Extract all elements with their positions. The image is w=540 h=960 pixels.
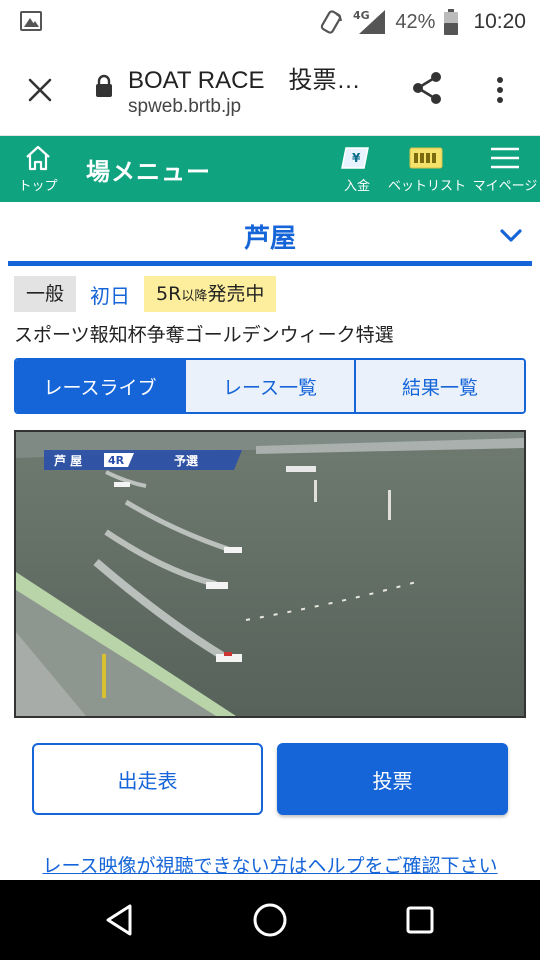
tab-results-list[interactable]: 結果一覧 bbox=[354, 360, 524, 412]
venue-menu-header: トップ 場メニュー ¥ 入金 ベットリスト マイページ bbox=[0, 136, 540, 202]
sale-status-badge: 5R以降発売中 bbox=[144, 276, 277, 312]
deposit-label: 入金 bbox=[343, 179, 370, 194]
network-label: 4G bbox=[353, 9, 370, 22]
top-button[interactable]: トップ bbox=[10, 140, 66, 198]
more-vert-icon bbox=[497, 77, 503, 103]
home-nav-icon[interactable] bbox=[250, 900, 290, 940]
share-icon bbox=[413, 72, 441, 104]
menu-title: 場メニュー bbox=[86, 158, 211, 186]
home-icon bbox=[26, 145, 50, 171]
race-series-name: スポーツ報知杯争奪ゴールデンウィーク特選 bbox=[14, 324, 394, 346]
recents-icon[interactable] bbox=[400, 900, 440, 940]
hamburger-menu-icon bbox=[491, 147, 519, 169]
hotspot-icon bbox=[321, 10, 343, 34]
overlay-race-number: 4R bbox=[108, 454, 125, 467]
entries-button[interactable]: 出走表 bbox=[32, 743, 263, 815]
overlay-race-type: 予選 bbox=[174, 454, 198, 468]
video-help-link[interactable]: レース映像が視聴できない方はヘルプをご確認下さい bbox=[0, 851, 540, 877]
system-navigation-bar bbox=[0, 880, 540, 960]
status-bar: 4G 42% 10:20 bbox=[0, 0, 540, 44]
battery-percent: 42% bbox=[395, 10, 436, 33]
close-tab-button[interactable] bbox=[22, 72, 58, 108]
tab-race-live[interactable]: レースライブ bbox=[16, 360, 184, 412]
status-icons: 4G 42% 10:20 bbox=[317, 6, 526, 38]
sale-race: 5R bbox=[156, 283, 182, 305]
clock: 10:20 bbox=[473, 10, 526, 33]
deposit-button[interactable]: ¥ 入金 bbox=[336, 140, 378, 198]
bet-list-icon bbox=[409, 147, 443, 169]
share-button[interactable] bbox=[408, 68, 448, 108]
chevron-down-icon bbox=[500, 229, 522, 242]
signal-icon: 4G bbox=[353, 9, 386, 34]
bet-list-button[interactable]: ベットリスト bbox=[388, 140, 467, 198]
svg-text:¥: ¥ bbox=[352, 151, 361, 165]
browser-toolbar: BOAT RACE 投票… spweb.brtb.jp bbox=[0, 44, 540, 136]
back-icon[interactable] bbox=[100, 900, 140, 940]
gallery-icon bbox=[20, 11, 42, 31]
race-video-frame: 芦 屋 4R 予選 bbox=[16, 432, 524, 716]
deposit-icon: ¥ bbox=[341, 147, 369, 169]
vote-button[interactable]: 投票 bbox=[277, 743, 508, 815]
bet-list-label: ベットリスト bbox=[388, 179, 467, 194]
venue-name: 芦屋 bbox=[243, 224, 296, 254]
venue-selector[interactable]: 芦屋 bbox=[8, 206, 532, 266]
top-label: トップ bbox=[18, 179, 58, 194]
page-title: BOAT RACE 投票… bbox=[128, 67, 361, 94]
battery-icon bbox=[444, 9, 459, 35]
my-page-button[interactable]: マイページ bbox=[470, 140, 540, 198]
race-tabs: レースライブ レース一覧 結果一覧 bbox=[14, 358, 526, 414]
overlay-venue: 芦 屋 bbox=[54, 453, 82, 468]
lock-icon bbox=[96, 74, 112, 97]
url-text[interactable]: spweb.brtb.jp bbox=[128, 96, 241, 118]
close-icon bbox=[28, 78, 52, 102]
sale-status: 発売中 bbox=[207, 283, 265, 305]
more-options-button[interactable] bbox=[488, 70, 512, 110]
sale-suffix: 以降 bbox=[181, 289, 208, 304]
day-badge: 初日 bbox=[90, 283, 131, 308]
my-page-label: マイページ bbox=[472, 179, 538, 194]
grade-badge: 一般 bbox=[14, 276, 77, 312]
race-video-player[interactable]: 芦 屋 4R 予選 bbox=[14, 430, 526, 718]
race-tags: 一般 初日 5R以降発売中 bbox=[14, 276, 277, 312]
tab-race-list[interactable]: レース一覧 bbox=[184, 360, 354, 412]
